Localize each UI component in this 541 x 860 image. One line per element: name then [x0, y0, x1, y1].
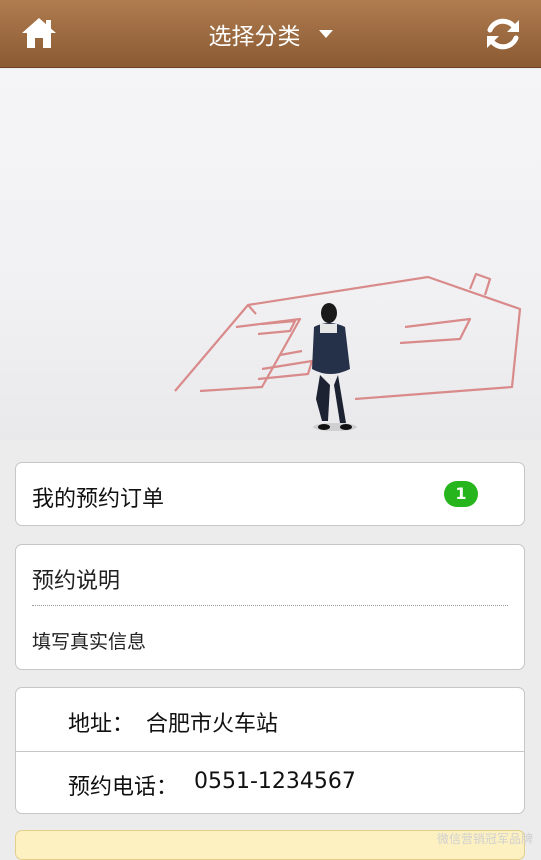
refresh-icon [487, 18, 519, 50]
contact-card: 地址： 合肥市火车站 预约电话： 0551-1234567 [15, 687, 525, 814]
page-title: 选择分类 [208, 24, 301, 50]
booking-info-text: 填写真实信息 [32, 631, 147, 653]
my-orders-card[interactable]: 我的预约订单 1 [15, 462, 525, 526]
address-row: 地址： 合肥市火车站 [16, 688, 524, 752]
phone-row[interactable]: 预约电话： 0551-1234567 [16, 751, 524, 814]
booking-info-card: 预约说明 填写真实信息 [15, 544, 525, 670]
phone-label: 预约电话： [68, 775, 179, 800]
watermark-text: 微信营销冠军品牌 [436, 832, 533, 846]
refresh-button[interactable] [483, 14, 523, 54]
house-plan-illustration [174, 272, 522, 431]
caret-down-icon [318, 30, 333, 38]
orders-count-badge: 1 [444, 481, 478, 507]
address-value: 合肥市火车站 [146, 712, 279, 737]
phone-value[interactable]: 0551-1234567 [194, 769, 356, 794]
businessman-figure [312, 303, 357, 431]
header-bar: 选择分类 [0, 0, 541, 68]
my-orders-label: 我的预约订单 [32, 487, 165, 512]
booking-info-title: 预约说明 [32, 569, 121, 594]
divider [32, 605, 508, 606]
banner-image [0, 69, 541, 440]
category-selector[interactable]: 选择分类 [0, 0, 541, 68]
address-label: 地址： [68, 712, 135, 737]
